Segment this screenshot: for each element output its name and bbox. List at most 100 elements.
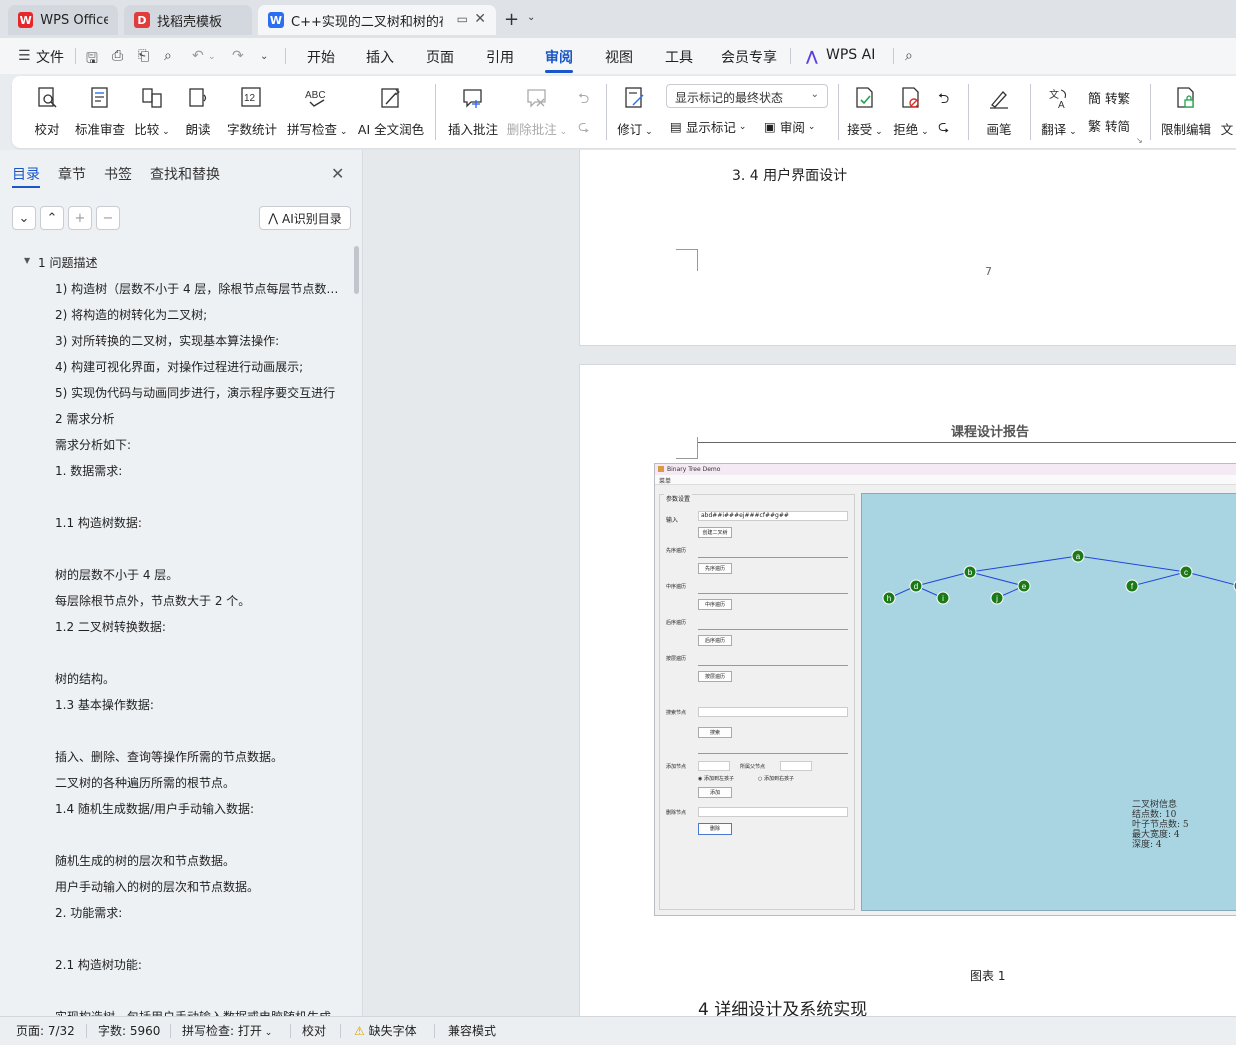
- insert-comment-button[interactable]: 插入批注: [446, 84, 500, 138]
- chevron-up-icon: ⌃: [46, 210, 58, 226]
- toc-item[interactable]: 用户手动输入的树的层次和节点数据。: [55, 878, 340, 895]
- status-spell-check[interactable]: 拼写检查: 打开 ⌄: [182, 1022, 272, 1039]
- next-comment-icon[interactable]: ⮎: [578, 116, 589, 140]
- hamburger-icon[interactable]: ☰: [18, 48, 31, 64]
- menu-references[interactable]: 引用: [486, 47, 514, 67]
- redo-icon[interactable]: ↷: [232, 48, 244, 64]
- proofread-icon: [38, 87, 57, 108]
- toc-item[interactable]: 每层除根节点外，节点数大于 2 个。: [55, 592, 340, 609]
- toc-item[interactable]: 3) 对所转换的二叉树，实现基本算法操作:: [55, 332, 340, 349]
- menu-insert[interactable]: 插入: [366, 47, 394, 67]
- reject-button[interactable]: 拒绝 ⌄: [892, 84, 930, 138]
- status-word-count[interactable]: 字数: 5960: [98, 1022, 160, 1039]
- page-number: 7: [985, 265, 992, 278]
- undo-dropdown-icon[interactable]: ⌄: [208, 52, 216, 62]
- markup-mode-select[interactable]: 显示标记的最终状态 ⌄: [666, 84, 828, 108]
- nav-tab-bookmarks[interactable]: 书签: [104, 164, 132, 184]
- accept-button[interactable]: 接受 ⌄: [846, 84, 884, 138]
- print-icon[interactable]: ⎗: [138, 48, 149, 64]
- toc-item[interactable]: 2. 功能需求:: [55, 904, 340, 921]
- toc-item[interactable]: 随机生成的树的层次和节点数据。: [55, 852, 340, 869]
- menu-tools[interactable]: 工具: [665, 47, 693, 67]
- to-simplified-button[interactable]: 繁转简: [1088, 116, 1130, 135]
- show-markup-icon: ▤: [670, 119, 682, 134]
- ai-polish-button[interactable]: AI 全文润色: [356, 84, 426, 138]
- menu-wps-ai[interactable]: WPS AI: [826, 47, 875, 63]
- expand-down-button[interactable]: ⌄: [12, 206, 36, 230]
- track-changes-button[interactable]: 修订 ⌄: [616, 84, 654, 138]
- menu-review[interactable]: 审阅: [545, 47, 573, 67]
- nav-tab-find-replace[interactable]: 查找和替换: [150, 164, 220, 184]
- word-count-button[interactable]: 12 字数统计: [226, 84, 278, 138]
- tab-document[interactable]: W C++实现的二叉树和树的存储 ▭ ✕: [258, 5, 496, 35]
- toc-item[interactable]: 1.1 构造树数据:: [55, 514, 340, 531]
- delete-comment-button[interactable]: 删除批注 ⌄: [506, 84, 568, 138]
- toc-item[interactable]: 需求分析如下:: [55, 436, 340, 453]
- toc-item[interactable]: 1. 数据需求:: [55, 462, 340, 479]
- menu-view[interactable]: 视图: [605, 47, 633, 67]
- menu-home[interactable]: 开始: [307, 47, 335, 67]
- compare-button[interactable]: 比较 ⌄: [134, 84, 170, 138]
- review-pane-button[interactable]: ▣ 审阅 ⌄: [764, 117, 815, 136]
- nav-tab-chapters[interactable]: 章节: [58, 164, 86, 184]
- status-missing-font[interactable]: ⚠ 缺失字体: [354, 1022, 417, 1039]
- toc-item[interactable]: 1.3 基本操作数据:: [55, 696, 340, 713]
- toc-item[interactable]: 1.2 二叉树转换数据:: [55, 618, 340, 635]
- toc-item[interactable]: 二叉树的各种遍历所需的根节点。: [55, 774, 340, 791]
- previous-change-icon[interactable]: ⮌: [938, 88, 949, 112]
- search-icon[interactable]: ⌕: [905, 48, 913, 64]
- toc-item[interactable]: 1 问题描述: [38, 254, 340, 271]
- status-proofread[interactable]: 校对: [302, 1022, 326, 1039]
- caret-down-icon[interactable]: ▼: [24, 256, 30, 265]
- undo-icon[interactable]: ↶: [192, 48, 204, 64]
- toc-item[interactable]: 2 需求分析: [55, 410, 340, 427]
- expand-group-icon[interactable]: ↘: [1136, 136, 1143, 145]
- toc-item[interactable]: 插入、删除、查询等操作所需的节点数据。: [55, 748, 340, 765]
- menu-member[interactable]: 会员专享: [721, 47, 777, 67]
- next-change-icon[interactable]: ⮎: [938, 116, 949, 140]
- toc-item[interactable]: 1.4 随机生成数据/用户手动输入数据:: [55, 800, 340, 817]
- toc-item[interactable]: 5) 实现伪代码与动画同步进行，演示程序要交互进行: [55, 384, 340, 401]
- add-heading-button[interactable]: +: [68, 206, 92, 230]
- chevron-down-icon[interactable]: ⌄: [527, 12, 535, 23]
- close-icon[interactable]: ✕: [331, 164, 344, 183]
- menu-page[interactable]: 页面: [426, 47, 454, 67]
- monitor-icon[interactable]: ▭: [457, 12, 468, 26]
- menu-file[interactable]: 文件: [36, 47, 64, 67]
- toc-item[interactable]: 4) 构建可视化界面，对操作过程进行动画展示;: [55, 358, 340, 375]
- toc-item[interactable]: 2) 将构造的树转化为二叉树;: [55, 306, 340, 323]
- to-traditional-button[interactable]: 簡转繁: [1088, 88, 1130, 107]
- previous-comment-icon[interactable]: ⮌: [578, 88, 589, 112]
- ai-toc-button[interactable]: ⋀ AI识别目录: [259, 206, 351, 230]
- new-tab-icon[interactable]: +: [504, 9, 519, 30]
- print-preview-icon[interactable]: ⌕: [164, 48, 172, 64]
- toc-scrollbar[interactable]: [354, 246, 359, 294]
- toc-item[interactable]: 树的结构。: [55, 670, 340, 687]
- collapse-up-button[interactable]: ⌃: [40, 206, 64, 230]
- export-icon[interactable]: ⎙: [112, 48, 123, 64]
- restrict-edit-button[interactable]: 限制编辑: [1160, 84, 1212, 138]
- translate-button[interactable]: 文A 翻译 ⌄: [1040, 84, 1078, 138]
- more-chevron-icon[interactable]: ⌄: [260, 51, 268, 62]
- status-page[interactable]: 页面: 7/32: [16, 1022, 75, 1039]
- menu-bar: ☰ 文件 🖫 ⎙ ⎗ ⌕ ↶ ⌄ ↷ ⌄ 开始 插入 页面 引用 审阅 视图 工…: [0, 38, 1236, 74]
- document-more-button[interactable]: 文: [1218, 84, 1236, 138]
- tab-wps-office[interactable]: W WPS Office: [8, 5, 118, 35]
- show-markup-button[interactable]: ▤ 显示标记 ⌄: [670, 117, 746, 136]
- tab-find-template[interactable]: D 找稻壳模板: [124, 5, 252, 35]
- demo-input-field: abd##i###ej###cf##g##: [698, 511, 848, 521]
- read-aloud-button[interactable]: 朗读: [184, 84, 212, 138]
- toc-item[interactable]: 2.1 构造树功能:: [55, 956, 340, 973]
- translate-icon: 文A: [1049, 88, 1067, 110]
- spell-check-button[interactable]: ABC 拼写检查 ⌄: [287, 84, 347, 138]
- remove-heading-button[interactable]: −: [96, 206, 120, 230]
- proofread-button[interactable]: 校对: [30, 84, 64, 138]
- pen-button[interactable]: 画笔: [980, 84, 1018, 138]
- close-tab-icon[interactable]: ✕: [474, 11, 486, 27]
- save-icon[interactable]: 🖫: [86, 48, 98, 72]
- navigation-pane: 目录 章节 书签 查找和替换 ✕ ⌄ ⌃ + − ⋀ AI识别目录 1 问题描述 ▼…: [0, 150, 363, 1024]
- toc-item[interactable]: 树的层数不小于 4 层。: [55, 566, 340, 583]
- toc-item[interactable]: 1) 构造树（层数不小于 4 层，除根节点每层节点数大于 2 个）: [55, 280, 340, 297]
- nav-tab-toc[interactable]: 目录: [12, 164, 40, 184]
- standard-review-button[interactable]: 标准审查: [74, 84, 126, 138]
